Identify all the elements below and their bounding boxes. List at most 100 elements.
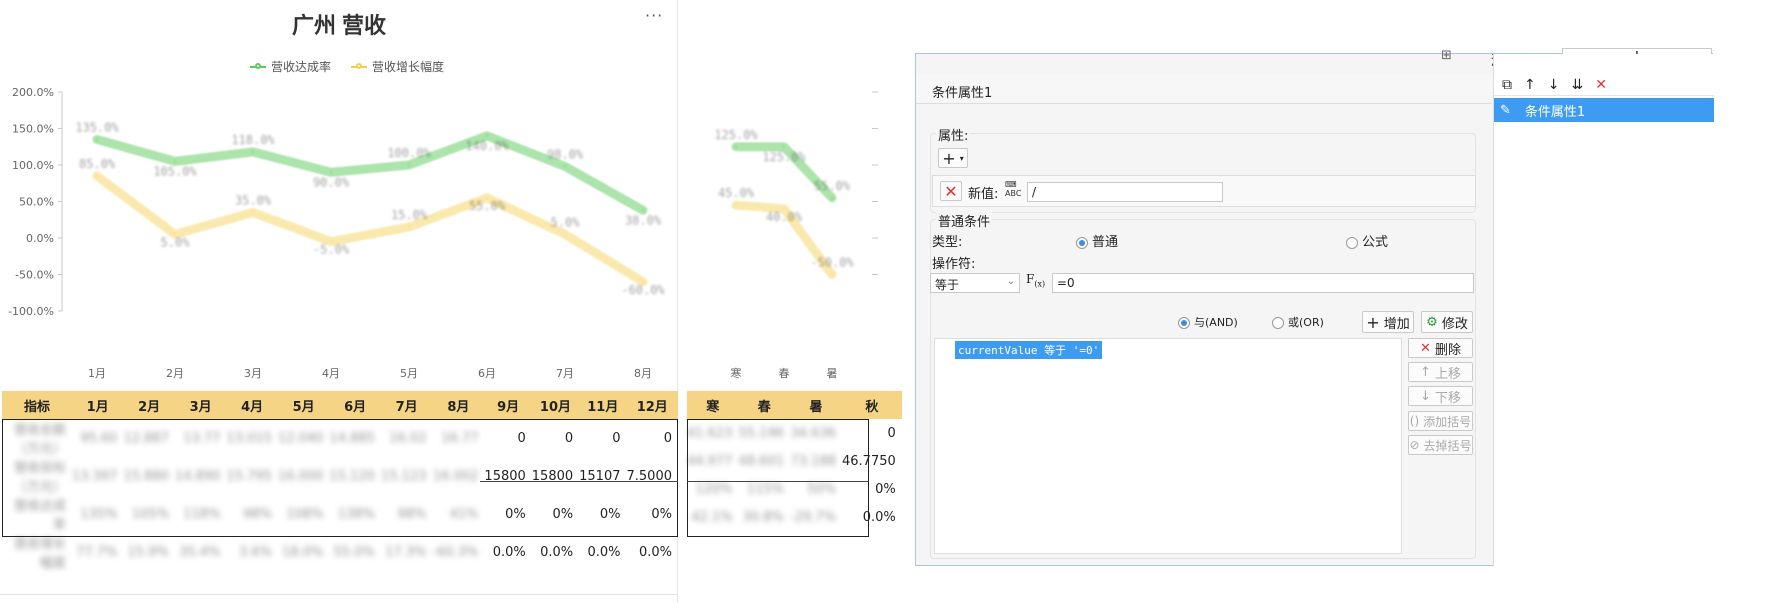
x-tick-label: 春 [779, 367, 790, 380]
column-header: 12月 [626, 391, 678, 419]
x-tick-label: 2月 [166, 367, 184, 380]
x-tick-label: 6月 [478, 367, 496, 380]
y-tick-label: -50.0% [15, 269, 54, 282]
column-header: 1月 [71, 391, 124, 419]
or-radio[interactable]: 或(OR) [1272, 314, 1324, 330]
attribute-group-title: 属性: [936, 125, 971, 144]
type-normal-radio[interactable]: 普通 [1076, 231, 1118, 250]
grid-icon[interactable]: ⊞ [1441, 48, 1471, 68]
edit-icon: ⚙ [1426, 314, 1438, 330]
data-label: -5.0% [313, 243, 350, 257]
pencil-icon: ✎ [1500, 102, 1511, 118]
data-point [734, 144, 738, 149]
data-point [830, 195, 834, 200]
x-tick-label: 5月 [400, 367, 418, 380]
remove-bracket-button[interactable]: ⊘ 去掉括号 [1408, 435, 1473, 455]
table-divider [687, 481, 869, 482]
data-point [173, 159, 177, 164]
column-header: 暑 [790, 391, 842, 419]
radio-label: 公式 [1362, 235, 1389, 250]
table-row: 营收增长幅度 77.7% 15.9% 35.4% 3.6% 18.0% 55.0% 17.3%… [2, 533, 678, 571]
delete-attr-icon[interactable]: ✕ [940, 181, 962, 201]
operator-label: 操作符: [932, 257, 976, 272]
chevron-down-icon: ▾ [959, 153, 964, 163]
x-tick-label: 8月 [634, 367, 652, 380]
table-cell: 77.7% [76, 544, 118, 560]
operator-value: 等于 [935, 278, 960, 292]
condition-expression[interactable]: currentValue 等于 '=0' [955, 341, 1103, 359]
data-point [734, 203, 738, 208]
data-label: 40.0% [766, 210, 803, 224]
add-bracket-button[interactable]: () 添加括号 [1408, 411, 1473, 431]
new-value-input[interactable]: / [1027, 182, 1223, 202]
data-label: 140.0% [465, 139, 509, 153]
data-label: 35.0% [235, 193, 272, 207]
arrow-up-icon[interactable]: ↑ [1524, 77, 1536, 93]
data-label: 90.0% [313, 175, 350, 189]
close-icon[interactable]: ✕ [1595, 77, 1607, 93]
data-label: 45.0% [718, 186, 755, 200]
column-header: 2月 [123, 391, 175, 419]
data-label: 125.0% [714, 128, 758, 142]
x-tick-label: 3月 [244, 367, 262, 380]
modify-button[interactable]: ⚙ 修改 [1421, 311, 1473, 333]
column-header: 10月 [531, 391, 580, 419]
data-label: 5.0% [551, 215, 581, 229]
type-label: 类型: [932, 235, 963, 250]
type-formula-radio[interactable]: 公式 [1346, 231, 1388, 250]
add-attr-dropdown[interactable]: + ▾ [938, 148, 968, 168]
data-label: 135.0% [75, 120, 119, 134]
arrow-up-icon: ↑ [1420, 364, 1431, 380]
button-label: 增加 [1383, 316, 1410, 332]
arrow-down-icon[interactable]: ↓ [1548, 77, 1560, 93]
move-up-button[interactable]: ↑ 上移 [1408, 362, 1473, 382]
copy-icon[interactable]: ⧉ [1502, 77, 1512, 93]
data-point [563, 164, 567, 169]
y-tick-label: 200.0% [12, 86, 54, 99]
x-tick-label: 暑 [827, 367, 838, 380]
condition-list[interactable]: currentValue 等于 '=0' [934, 338, 1402, 554]
y-tick-label: 50.0% [19, 196, 54, 209]
more-options-icon[interactable]: ··· [645, 6, 663, 25]
radio-icon [1346, 236, 1358, 249]
data-point [251, 210, 255, 215]
table-cell: 3.6% [238, 544, 272, 560]
table-cell: 0.0% [492, 544, 526, 560]
column-header: 春 [738, 391, 790, 419]
move-down-button[interactable]: ↓ 下移 [1408, 386, 1473, 406]
table-cell: 35.4% [179, 544, 221, 560]
table-frame [2, 419, 678, 537]
abc-type-icon[interactable]: ⌨ ABC [1005, 180, 1025, 202]
normal-condition-title: 普通条件 [936, 211, 993, 230]
data-label: 5.0% [161, 235, 191, 249]
table-divider [480, 481, 678, 482]
table-cell: 55.0% [333, 544, 375, 560]
data-label: 15.0% [391, 208, 428, 222]
data-label: 105.0% [153, 164, 197, 178]
delete-button[interactable]: ✕ 删除 [1408, 338, 1473, 358]
list-item-selected[interactable]: ✎ 条件属性1 [1494, 98, 1714, 122]
radio-checked-icon [1178, 317, 1190, 329]
column-header: 指标 [2, 391, 72, 419]
tab-label: 条件属性1 [932, 86, 993, 101]
condition-list-pane: ⧉ ↑ ↓ ⇊ ✕ ✎ 条件属性1 [1493, 54, 1714, 566]
formula-fx-icon[interactable]: F(x) [1026, 272, 1045, 288]
data-point [563, 232, 567, 237]
legend-line-icon [351, 62, 368, 69]
and-radio[interactable]: 与(AND) [1178, 314, 1238, 330]
sort-icon[interactable]: ⇊ [1571, 77, 1583, 93]
column-header: 9月 [484, 391, 532, 419]
tab-condition-attr[interactable]: 条件属性1 [916, 74, 1492, 104]
bracket-remove-icon: ⊘ [1409, 438, 1420, 452]
operator-value-input[interactable]: =0 [1052, 273, 1474, 293]
add-button[interactable]: + 增加 [1362, 311, 1414, 333]
button-label: 修改 [1441, 316, 1468, 332]
button-label: 上移 [1434, 366, 1461, 382]
list-item-label: 条件属性1 [1524, 104, 1586, 120]
data-point [95, 173, 99, 178]
column-header: 6月 [329, 391, 381, 419]
column-header: 3月 [174, 391, 227, 419]
column-header: 7月 [380, 391, 433, 419]
chevron-down-icon: ⌄ [1006, 276, 1015, 287]
operator-select[interactable]: 等于 ⌄ [930, 273, 1020, 293]
